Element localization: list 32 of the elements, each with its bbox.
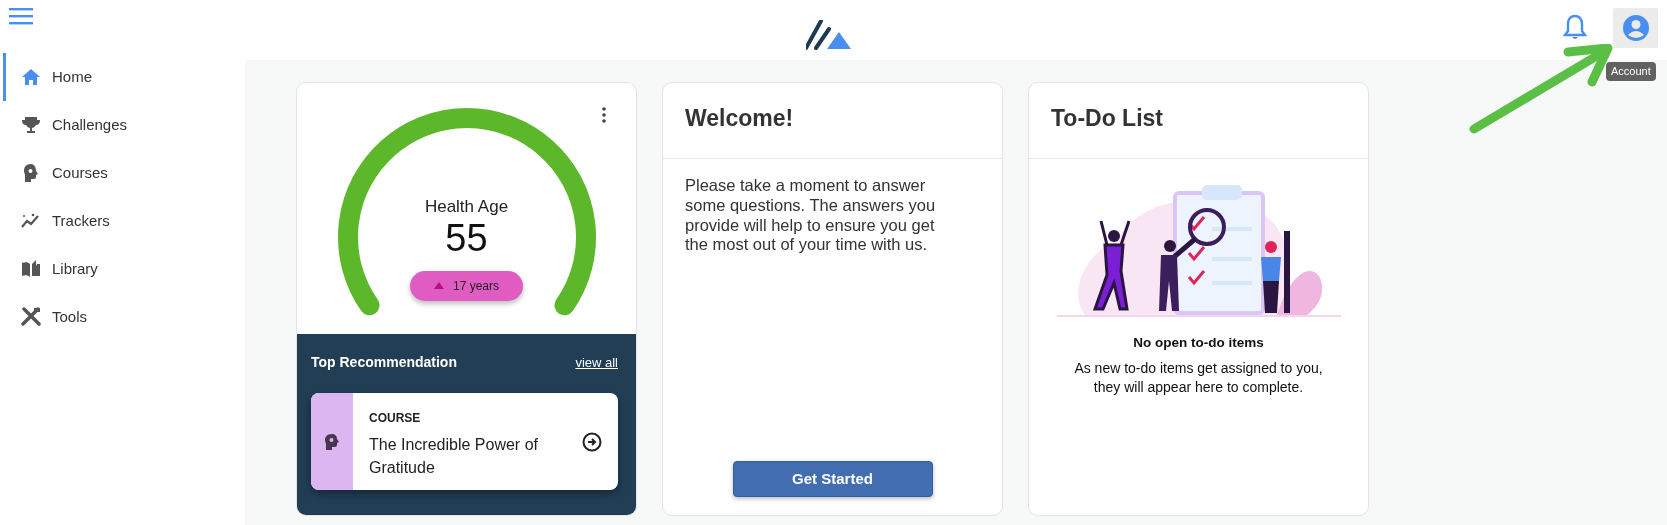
item-title: The Incredible Power of Gratitude — [369, 435, 539, 479]
sidebar-item[interactable]: Tools — [3, 293, 245, 341]
change-pill: 17 years — [410, 270, 523, 301]
gauge-value: 55 — [444, 219, 489, 259]
user-icon — [1621, 14, 1650, 42]
section-title: Top Recommendation — [311, 353, 457, 372]
sidebar-item[interactable]: Trackers — [3, 197, 245, 245]
account-button[interactable] — [1613, 8, 1658, 48]
recommendation-card[interactable]: COURSE The Incredible Power of Gratitude — [311, 393, 618, 490]
logo-icon — [806, 20, 852, 50]
notification-bell-icon[interactable] — [1563, 13, 1587, 41]
empty-text: As new to-do items get assigned to you, they will appear here to complete. — [1073, 359, 1324, 398]
card-title: Welcome! — [663, 83, 1002, 159]
home-icon — [20, 67, 42, 87]
tooltip: Account — [1606, 62, 1656, 82]
tools-icon — [20, 307, 42, 327]
card-title: To-Do List — [1029, 83, 1368, 159]
item-type: COURSE — [369, 410, 422, 427]
trophy-icon — [20, 115, 42, 135]
empty-title: No open to-do items — [1132, 334, 1265, 352]
arrow-circle-icon[interactable] — [582, 431, 602, 452]
menu-icon[interactable] — [9, 7, 35, 25]
sidebar-item[interactable]: Library — [3, 245, 245, 293]
gauge-title: Health Age — [424, 197, 509, 218]
get-started-button[interactable]: Get Started — [732, 461, 933, 497]
view-all-link[interactable]: view all — [575, 352, 618, 373]
more-icon[interactable] — [602, 107, 606, 123]
book-icon — [20, 259, 42, 279]
head-icon — [324, 432, 340, 451]
sidebar-item[interactable]: Courses — [3, 149, 245, 197]
sidebar-item[interactable]: Challenges — [3, 101, 245, 149]
welcome-text: Please take a moment to answer some questions. The answers you provide will help to ensure you get the most out of your time with us. — [684, 175, 937, 256]
